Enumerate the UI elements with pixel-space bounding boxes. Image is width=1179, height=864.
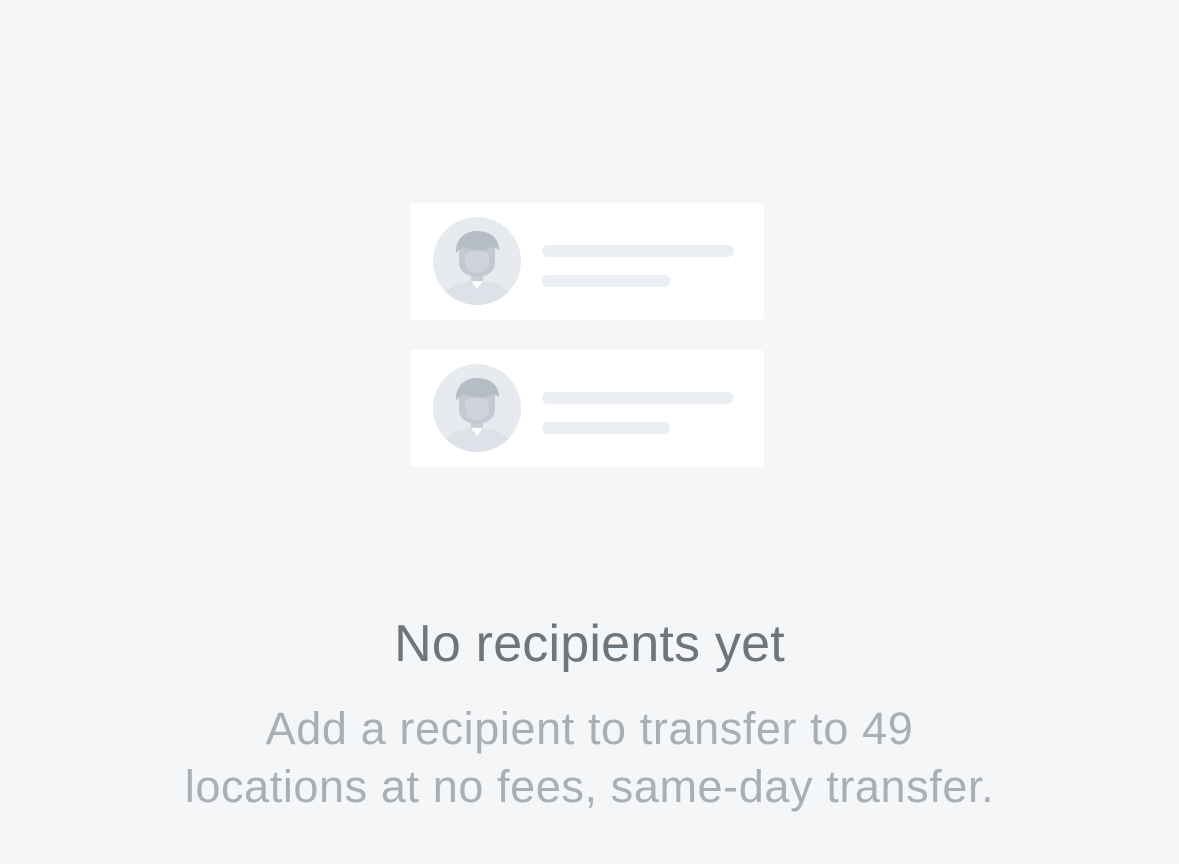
empty-state-title: No recipients yet bbox=[394, 615, 785, 673]
placeholder-detail-line bbox=[542, 275, 670, 287]
placeholder-recipient-card bbox=[410, 350, 764, 467]
person-avatar-icon bbox=[433, 217, 521, 305]
empty-state-description-line: locations at no fees, same-day transfer. bbox=[184, 761, 995, 812]
empty-state-description-line: Add a recipient to transfer to 49 bbox=[265, 703, 914, 754]
placeholder-name-line bbox=[542, 245, 734, 257]
recipients-placeholder-illustration bbox=[410, 203, 764, 468]
placeholder-recipient-card bbox=[410, 203, 764, 320]
empty-state: No recipients yet Add a recipient to tra… bbox=[0, 0, 1179, 864]
empty-state-description: Add a recipient to transfer to 49 locati… bbox=[70, 700, 1109, 816]
placeholder-detail-line bbox=[542, 422, 670, 434]
placeholder-name-line bbox=[542, 392, 734, 404]
person-avatar-icon bbox=[433, 364, 521, 452]
